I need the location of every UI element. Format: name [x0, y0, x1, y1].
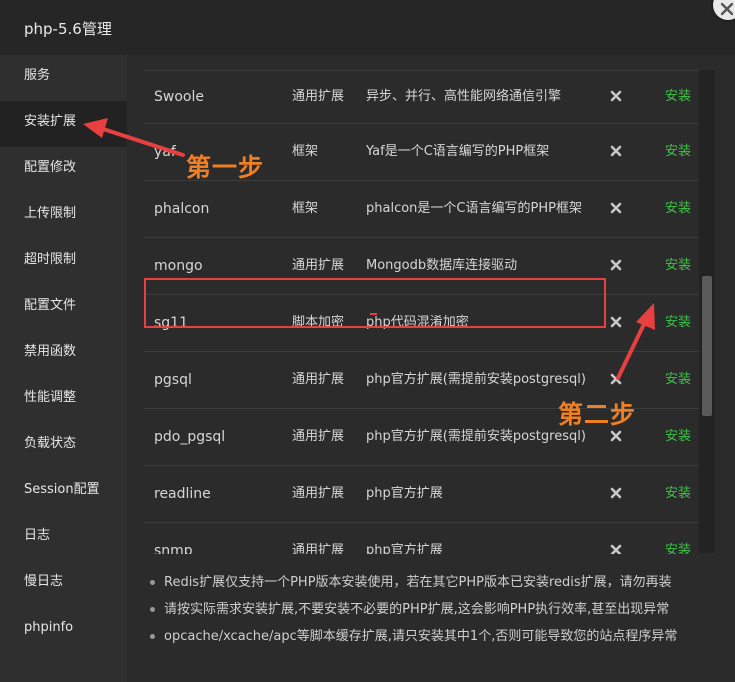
install-link[interactable]: 安装 — [665, 486, 691, 501]
delete-cell — [602, 180, 657, 238]
annotation-step2: 第二步 — [558, 400, 637, 429]
sidebar-item[interactable]: 禁用函数 — [0, 331, 127, 377]
extension-type: 框架 — [292, 180, 366, 238]
sidebar-item[interactable]: 配置修改 — [0, 147, 127, 193]
delete-cell — [602, 294, 657, 352]
tips-list: Redis扩展仅支持一个PHP版本安装使用，若在其它PHP版本已安装redis扩… — [148, 569, 728, 650]
extension-type: 通用扩展 — [292, 465, 366, 523]
action-cell: 安装 — [657, 123, 699, 181]
action-cell: 安装 — [657, 71, 699, 124]
action-cell: 安装 — [657, 351, 699, 409]
red-underline-mark — [370, 313, 377, 315]
delete-icon[interactable] — [610, 202, 622, 214]
action-cell: 安装 — [657, 465, 699, 523]
install-link[interactable]: 安装 — [665, 543, 691, 555]
extension-description: phalcon是一个C语言编写的PHP框架 — [366, 180, 602, 238]
sidebar-item[interactable]: 慢日志 — [0, 561, 127, 607]
extension-type: 通用扩展 — [292, 351, 366, 409]
delete-icon[interactable] — [610, 544, 622, 554]
sidebar-item[interactable]: 负载状态 — [0, 423, 127, 469]
highlight-box-sg11 — [144, 278, 606, 328]
extension-description: php官方扩展 — [366, 522, 602, 554]
sidebar-item[interactable]: 日志 — [0, 515, 127, 561]
delete-icon[interactable] — [610, 259, 622, 271]
sidebar-item[interactable]: Session配置 — [0, 469, 127, 515]
install-link[interactable]: 安装 — [665, 429, 691, 444]
table-row: phalcon 框架 phalcon是一个C语言编写的PHP框架 安装 — [144, 180, 699, 238]
extension-description: php官方扩展 — [366, 465, 602, 523]
delete-icon[interactable] — [610, 90, 622, 102]
window-titlebar: php-5.6管理 — [0, 0, 735, 56]
tip-item: Redis扩展仅支持一个PHP版本安装使用，若在其它PHP版本已安装redis扩… — [148, 569, 728, 596]
sidebar-item[interactable]: 上传限制 — [0, 193, 127, 239]
delete-icon[interactable] — [610, 145, 622, 157]
action-cell: 安装 — [657, 237, 699, 295]
extension-name: readline — [144, 465, 292, 523]
delete-cell — [602, 522, 657, 554]
install-link[interactable]: 安装 — [665, 315, 691, 330]
install-link[interactable]: 安装 — [665, 144, 691, 159]
annotation-step1: 第一步 — [186, 153, 265, 182]
delete-cell — [602, 237, 657, 295]
extension-name: snmp — [144, 522, 292, 554]
sidebar-item[interactable]: 性能调整 — [0, 377, 127, 423]
tip-item: opcache/xcache/apc等脚本缓存扩展,请只安装其中1个,否则可能导… — [148, 623, 728, 650]
install-link[interactable]: 安装 — [665, 201, 691, 216]
tip-item: 请按实际需求安装扩展,不要安装不必要的PHP扩展,这会影响PHP执行效率,甚至出… — [148, 596, 728, 623]
table-row: readline 通用扩展 php官方扩展 安装 — [144, 465, 699, 523]
sidebar-item[interactable]: 安装扩展 — [0, 101, 127, 147]
sidebar: 服务 安装扩展 配置修改 上传限制 超时限制 配置文件 禁用函数 性能调整 负载状态 Sessio… — [0, 55, 127, 682]
delete-cell — [602, 123, 657, 181]
delete-cell — [602, 71, 657, 124]
extension-description: 异步、并行、高性能网络通信引擎 — [366, 71, 602, 124]
extension-name: Swoole — [144, 71, 292, 124]
delete-icon[interactable] — [610, 373, 622, 385]
window-title: php-5.6管理 — [24, 20, 112, 38]
extension-name: pgsql — [144, 351, 292, 409]
action-cell: 安装 — [657, 522, 699, 554]
extension-name: phalcon — [144, 180, 292, 238]
sidebar-item[interactable]: phpinfo — [0, 607, 127, 653]
action-cell: 安装 — [657, 294, 699, 352]
sidebar-item[interactable]: 超时限制 — [0, 239, 127, 285]
sidebar-item[interactable]: 服务 — [0, 55, 127, 101]
delete-icon[interactable] — [610, 316, 622, 328]
extension-description: Yaf是一个C语言编写的PHP框架 — [366, 123, 602, 181]
install-link[interactable]: 安装 — [665, 258, 691, 273]
install-link[interactable]: 安装 — [665, 372, 691, 387]
extension-type: 通用扩展 — [292, 408, 366, 466]
extension-type: 通用扩展 — [292, 522, 366, 554]
table-scrollbar[interactable] — [699, 70, 715, 553]
install-link[interactable]: 安装 — [665, 89, 691, 104]
extension-name: pdo_pgsql — [144, 408, 292, 466]
scrollbar-thumb[interactable] — [702, 276, 712, 416]
action-cell: 安装 — [657, 180, 699, 238]
delete-icon[interactable] — [610, 487, 622, 499]
table-row: snmp 通用扩展 php官方扩展安装 — [144, 522, 699, 554]
extension-type: 通用扩展 — [292, 71, 366, 124]
delete-cell — [602, 465, 657, 523]
action-cell: 安装 — [657, 408, 699, 466]
sidebar-item[interactable]: 配置文件 — [0, 285, 127, 331]
close-icon — [720, 2, 734, 16]
extension-type: 框架 — [292, 123, 366, 181]
table-row: Swoole 通用扩展 异步、并行、高性能网络通信引擎 安装 — [144, 71, 699, 124]
delete-icon[interactable] — [610, 430, 622, 442]
